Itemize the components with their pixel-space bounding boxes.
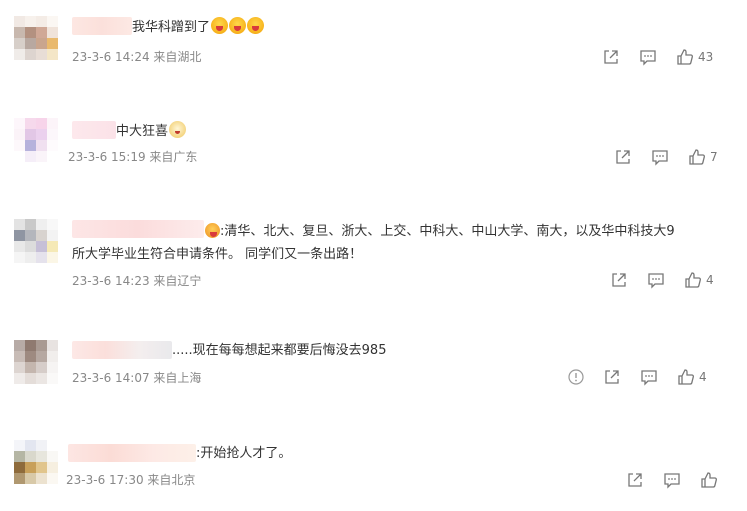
thumbs-up-icon	[689, 149, 705, 165]
username-blurred[interactable]	[72, 341, 172, 359]
like-button[interactable]: 7	[688, 148, 718, 166]
flower-emoji-icon	[205, 223, 220, 238]
username-blurred[interactable]	[68, 444, 196, 462]
report-icon	[568, 369, 584, 385]
thumbs-up-icon	[678, 369, 694, 385]
like-button[interactable]	[700, 471, 718, 489]
username-blurred[interactable]	[72, 121, 116, 139]
report-button[interactable]	[567, 368, 585, 386]
share-icon	[604, 50, 618, 64]
comment-button[interactable]	[651, 148, 669, 166]
avatar[interactable]	[14, 440, 58, 484]
laughing-emoji-icon	[211, 17, 229, 34]
laughing-emoji-icon	[247, 17, 265, 34]
thumbs-up-icon	[677, 49, 693, 65]
comment-icon	[652, 150, 668, 166]
like-count: 4	[699, 370, 707, 384]
avatar[interactable]	[14, 340, 58, 384]
share-button[interactable]	[603, 368, 621, 386]
cat-emoji-icon	[169, 121, 187, 138]
like-count: 43	[698, 50, 714, 64]
thumbs-up-icon	[701, 472, 717, 488]
comment-text: :开始抢人才了。	[196, 446, 292, 461]
comment-icon	[664, 473, 680, 489]
comment-button[interactable]	[639, 48, 657, 66]
username-blurred[interactable]	[72, 220, 204, 238]
like-button[interactable]: 43	[676, 48, 713, 66]
share-button[interactable]	[614, 148, 632, 166]
comment-timestamp: 23-3-6 14:24 来自湖北	[72, 50, 202, 64]
share-icon	[616, 150, 630, 164]
avatar[interactable]	[14, 118, 58, 162]
share-button[interactable]	[610, 271, 628, 289]
comment-icon	[641, 370, 657, 386]
comment-button[interactable]	[647, 271, 665, 289]
avatar[interactable]	[14, 219, 58, 263]
comment-icon	[648, 273, 664, 289]
avatar[interactable]	[14, 16, 58, 60]
like-count: 7	[710, 150, 718, 164]
comment-timestamp: 23-3-6 17:30 来自北京	[66, 473, 196, 487]
comment-text: .....现在每每想起来都要后悔没去985	[172, 343, 387, 358]
comment-button[interactable]	[663, 471, 681, 489]
comment-timestamp: 23-3-6 14:23 来自辽宁	[72, 274, 202, 288]
comment-icon	[640, 50, 656, 66]
share-button[interactable]	[602, 48, 620, 66]
comment-timestamp: 23-3-6 15:19 来自广东	[68, 150, 198, 164]
username-blurred[interactable]	[72, 17, 132, 35]
comment-text: 中大狂喜	[116, 121, 187, 142]
share-icon	[612, 273, 626, 287]
like-count: 4	[706, 273, 714, 287]
thumbs-up-icon	[685, 272, 701, 288]
comment-text: 我华科蹭到了	[132, 17, 265, 38]
comment-text-line2: 所大学毕业生符合申请条件。 同学们又一条出路！	[72, 247, 363, 262]
comment-button[interactable]	[640, 368, 658, 386]
comment-timestamp: 23-3-6 14:07 来自上海	[72, 371, 202, 385]
like-button[interactable]: 4	[684, 271, 714, 289]
share-button[interactable]	[626, 471, 644, 489]
share-icon	[628, 473, 642, 487]
share-icon	[605, 370, 619, 384]
comment-text: :清华、北大、复旦、浙大、上交、中科大、中山大学、南大，以及华中科技大9	[204, 222, 675, 242]
laughing-emoji-icon	[229, 17, 247, 34]
like-button[interactable]: 4	[677, 368, 707, 386]
